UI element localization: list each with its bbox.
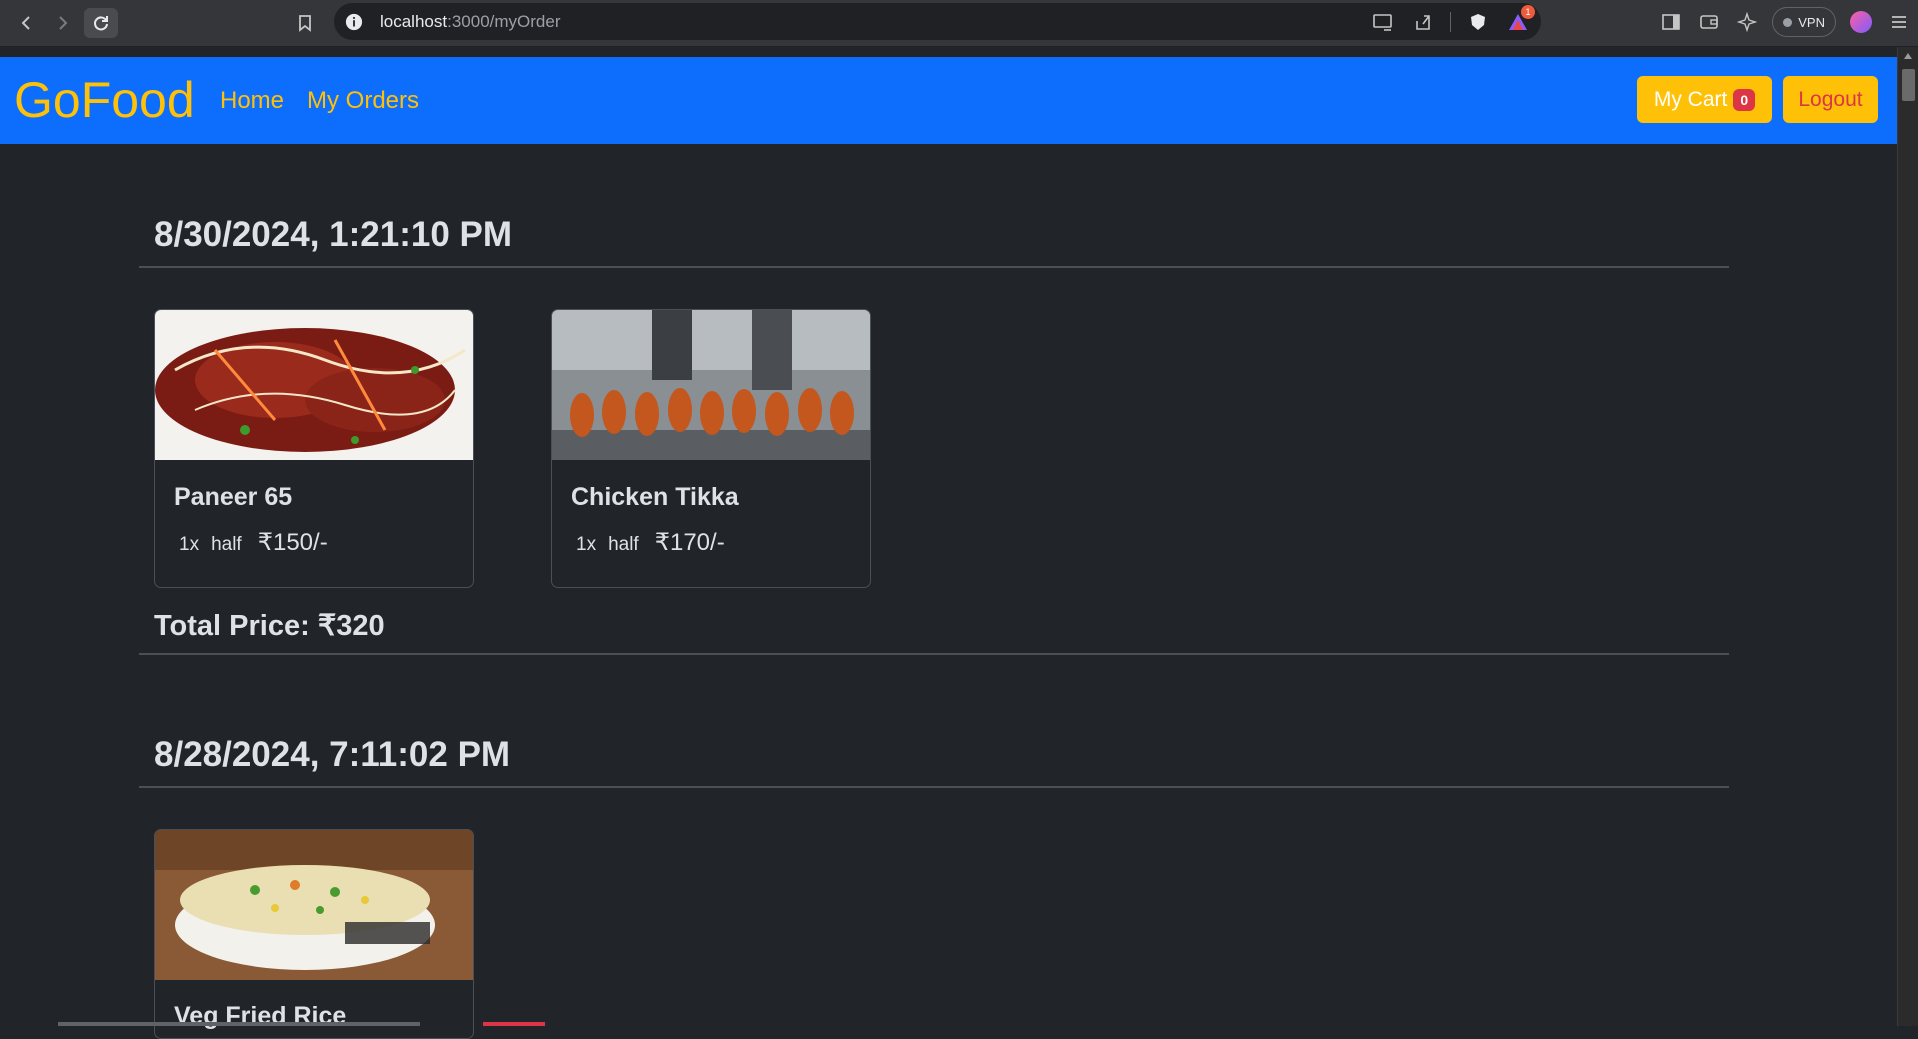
- order-total-price: Total Price: ₹320: [154, 610, 385, 642]
- nav-link-my-orders[interactable]: My Orders: [307, 87, 419, 115]
- my-cart-label: My Cart: [1653, 87, 1728, 111]
- brand-logo[interactable]: GoFood: [14, 71, 195, 129]
- notification-badge: 1: [1521, 4, 1535, 19]
- divider: [139, 653, 1729, 655]
- wallet-icon[interactable]: [1690, 7, 1728, 37]
- page-scrollbar[interactable]: [1897, 47, 1918, 1026]
- food-image-chicken-tikka: [552, 310, 870, 460]
- leo-ai-icon[interactable]: [1728, 7, 1766, 37]
- food-image-veg-fried-rice: [155, 830, 473, 980]
- bottom-strip-accent: [483, 1022, 545, 1026]
- item-quantity: 1x: [179, 534, 200, 555]
- order-item-card: Paneer 65 1x half ₹150/-: [154, 309, 474, 588]
- bookmark-icon[interactable]: [288, 8, 322, 38]
- forward-icon[interactable]: [46, 8, 80, 38]
- food-name: Chicken Tikka: [571, 483, 739, 511]
- item-price: ₹170/-: [654, 529, 725, 556]
- my-cart-button[interactable]: My Cart 0: [1637, 76, 1772, 123]
- navbar: GoFood Home My Orders My Cart 0 Logout: [0, 57, 1897, 144]
- reload-icon[interactable]: [84, 8, 118, 38]
- url-text: localhost:3000/myOrder: [380, 11, 561, 31]
- nav-link-home[interactable]: Home: [220, 87, 284, 115]
- food-name: Paneer 65: [174, 483, 293, 511]
- order-item-card: Chicken Tikka 1x half ₹170/-: [551, 309, 871, 588]
- item-price: ₹150/-: [257, 529, 328, 556]
- order-item-card: Veg Fried Rice: [154, 829, 474, 1039]
- sidebar-icon[interactable]: [1652, 7, 1690, 37]
- cart-count-badge: 0: [1733, 88, 1756, 111]
- menu-icon[interactable]: [1880, 7, 1918, 37]
- food-image-paneer-65: [155, 310, 473, 460]
- divider: [1450, 11, 1451, 32]
- order-date: 8/30/2024, 1:21:10 PM: [154, 215, 513, 254]
- share-icon[interactable]: [1410, 9, 1436, 35]
- brave-shield-icon[interactable]: [1465, 9, 1491, 35]
- vpn-button[interactable]: VPN: [1772, 7, 1836, 37]
- order-date: 8/28/2024, 7:11:02 PM: [154, 735, 511, 774]
- item-quantity: 1x: [576, 534, 597, 555]
- brave-rewards-icon[interactable]: 1: [1505, 4, 1535, 35]
- site-info-icon[interactable]: [344, 12, 364, 32]
- profile-avatar[interactable]: [1850, 11, 1872, 33]
- bottom-strip: [58, 1022, 420, 1026]
- scrollbar-thumb[interactable]: [1902, 69, 1915, 101]
- item-size: half: [211, 534, 242, 555]
- browser-toolbar: localhost:3000/myOrder 1 VPN: [0, 0, 1918, 47]
- scroll-up-icon[interactable]: [1904, 53, 1912, 59]
- item-size: half: [608, 534, 639, 555]
- food-name: Veg Fried Rice: [174, 1002, 347, 1030]
- cast-icon[interactable]: [1370, 9, 1396, 35]
- address-bar[interactable]: localhost:3000/myOrder 1: [334, 3, 1541, 40]
- vpn-status-icon: [1783, 17, 1793, 27]
- logout-button[interactable]: Logout: [1783, 76, 1878, 123]
- divider: [139, 266, 1729, 268]
- back-icon[interactable]: [9, 8, 43, 38]
- divider: [139, 786, 1729, 788]
